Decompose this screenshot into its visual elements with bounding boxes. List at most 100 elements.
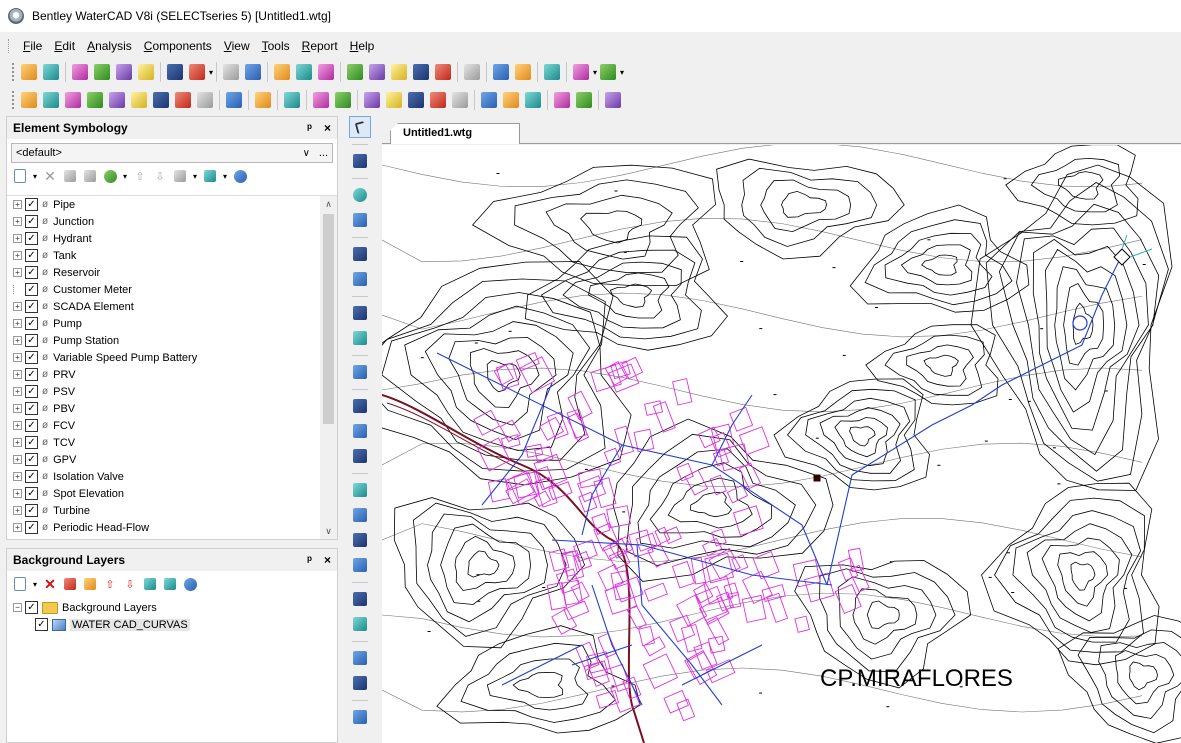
network-navigator-button[interactable] — [150, 89, 172, 111]
refresh-button[interactable] — [186, 61, 208, 83]
tree-row-pump-station[interactable]: + ✓ ø Pump Station — [7, 332, 337, 349]
zoom-window-button[interactable] — [91, 61, 113, 83]
save-button[interactable] — [541, 61, 563, 83]
new-button[interactable] — [490, 61, 512, 83]
aerial-view-button[interactable] — [220, 61, 242, 83]
element-visibility-checkbox[interactable]: ✓ — [25, 249, 38, 262]
tree-row-scada-element[interactable]: + ✓ ø SCADA Element — [7, 298, 337, 315]
scrollbar-thumb[interactable] — [323, 214, 334, 424]
layer-visibility-checkbox[interactable]: ✓ — [35, 618, 48, 631]
add-folder-icon[interactable] — [141, 575, 159, 593]
dropdown-icon[interactable]: ▾ — [221, 167, 229, 185]
expand-icon[interactable]: + — [13, 217, 22, 226]
spot-elevation-tool[interactable] — [349, 647, 371, 669]
tree-row-pipe[interactable]: + ✓ ø Pipe — [7, 196, 337, 213]
new-icon[interactable] — [11, 167, 29, 185]
dropdown-icon[interactable]: ▾ — [31, 575, 39, 593]
scroll-up-icon[interactable]: ∧ — [320, 196, 337, 212]
menu-file[interactable]: File — [17, 39, 48, 53]
expand-icon[interactable]: + — [13, 455, 22, 464]
edit-icon[interactable] — [81, 167, 99, 185]
tree-row-junction[interactable]: + ✓ ø Junction — [7, 213, 337, 230]
expand-icon[interactable]: + — [13, 387, 22, 396]
toolbar-grip[interactable] — [11, 62, 15, 82]
prototypes-button[interactable] — [344, 61, 366, 83]
menu-tools[interactable]: Tools — [256, 39, 296, 53]
move-up-icon[interactable]: ⇧ — [101, 575, 119, 593]
dropdown-icon[interactable]: ▾ — [191, 167, 199, 185]
layer-button[interactable] — [242, 61, 264, 83]
move-down-icon[interactable]: ⇩ — [151, 167, 169, 185]
element-visibility-checkbox[interactable]: ✓ — [25, 283, 38, 296]
query-button[interactable] — [315, 61, 337, 83]
tree-row-prv[interactable]: + ✓ ø PRV — [7, 366, 337, 383]
pbv-tool[interactable] — [349, 529, 371, 551]
menu-edit[interactable]: Edit — [48, 39, 81, 53]
expand-icon[interactable]: + — [13, 489, 22, 498]
zoom-extents-button[interactable] — [69, 61, 91, 83]
tree-row-gpv[interactable]: + ✓ ø GPV — [7, 451, 337, 468]
valve-tool[interactable] — [349, 445, 371, 467]
dropdown-arrow-icon[interactable]: ▾ — [620, 68, 624, 77]
element-visibility-checkbox[interactable]: ✓ — [25, 419, 38, 432]
document-tab[interactable]: Untitled1.wtg — [390, 123, 520, 144]
delete-icon[interactable]: ✕ — [41, 575, 59, 593]
tree-row-periodic-head-flow[interactable]: + ✓ ø Periodic Head-Flow — [7, 519, 337, 536]
tree-row-psv[interactable]: + ✓ ø PSV — [7, 383, 337, 400]
trex-button[interactable] — [522, 89, 544, 111]
expand-icon[interactable]: + — [13, 506, 22, 515]
element-visibility-checkbox[interactable]: ✓ — [25, 198, 38, 211]
expand-icon[interactable]: + — [13, 319, 22, 328]
junction-tool[interactable] — [349, 184, 371, 206]
expand-icon[interactable]: + — [13, 523, 22, 532]
background-layers-button[interactable] — [194, 89, 216, 111]
close-icon[interactable]: × — [324, 553, 331, 567]
tree-row-tank[interactable]: + ✓ ø Tank — [7, 247, 337, 264]
prv-tool[interactable] — [349, 479, 371, 501]
property-button[interactable] — [461, 61, 483, 83]
redo-button[interactable] — [40, 61, 62, 83]
expand-icon[interactable]: + — [13, 251, 22, 260]
expand-icon[interactable]: + — [13, 404, 22, 413]
tree-row-turbine[interactable]: + ✓ ø Turbine — [7, 502, 337, 519]
menu-analysis[interactable]: Analysis — [81, 39, 138, 53]
element-visibility-checkbox[interactable]: ✓ — [25, 351, 38, 364]
expand-icon[interactable]: + — [13, 353, 22, 362]
skelebrator-button[interactable] — [427, 89, 449, 111]
help-icon[interactable] — [231, 167, 249, 185]
move-down-icon[interactable]: ⇩ — [121, 575, 139, 593]
menu-help[interactable]: Help — [344, 39, 381, 53]
tcv-tool[interactable] — [349, 588, 371, 610]
criticality-button[interactable] — [332, 89, 354, 111]
reservoir-tool[interactable] — [349, 268, 371, 290]
alternative-button[interactable] — [40, 89, 62, 111]
help-icon[interactable] — [181, 575, 199, 593]
menu-view[interactable]: View — [218, 39, 256, 53]
move-up-icon[interactable]: ⇧ — [131, 167, 149, 185]
add-folder-icon[interactable] — [171, 167, 189, 185]
pump-station-tool[interactable] — [349, 302, 371, 324]
rename-icon[interactable] — [61, 575, 79, 593]
fire-flow-button[interactable] — [310, 89, 332, 111]
fcv-tool[interactable] — [349, 554, 371, 576]
expand-icon[interactable]: + — [13, 472, 22, 481]
undo-button[interactable] — [18, 61, 40, 83]
tree-row-spot-elevation[interactable]: + ✓ ø Spot Elevation — [7, 485, 337, 502]
open-button[interactable] — [512, 61, 534, 83]
scenario-energy-button[interactable] — [478, 89, 500, 111]
expand-icon[interactable]: + — [13, 438, 22, 447]
expand-icon[interactable]: + — [13, 200, 22, 209]
tree-row-variable-speed-pump-battery[interactable]: + ✓ ø Variable Speed Pump Battery — [7, 349, 337, 366]
compute-button[interactable] — [252, 89, 274, 111]
element-visibility-checkbox[interactable]: ✓ — [25, 368, 38, 381]
water-quality-button[interactable] — [500, 89, 522, 111]
tank-tool[interactable] — [349, 243, 371, 265]
user-notifications-button[interactable] — [281, 89, 303, 111]
dropdown-icon[interactable]: ▾ — [31, 167, 39, 185]
element-symbology-button[interactable] — [172, 89, 194, 111]
node-layout-tool[interactable] — [349, 150, 371, 172]
tree-row-customer-meter[interactable]: ✓ ø Customer Meter — [7, 281, 337, 298]
gpv-tool[interactable] — [349, 613, 371, 635]
pan-button[interactable] — [164, 61, 186, 83]
zoom-out-button[interactable] — [135, 61, 157, 83]
